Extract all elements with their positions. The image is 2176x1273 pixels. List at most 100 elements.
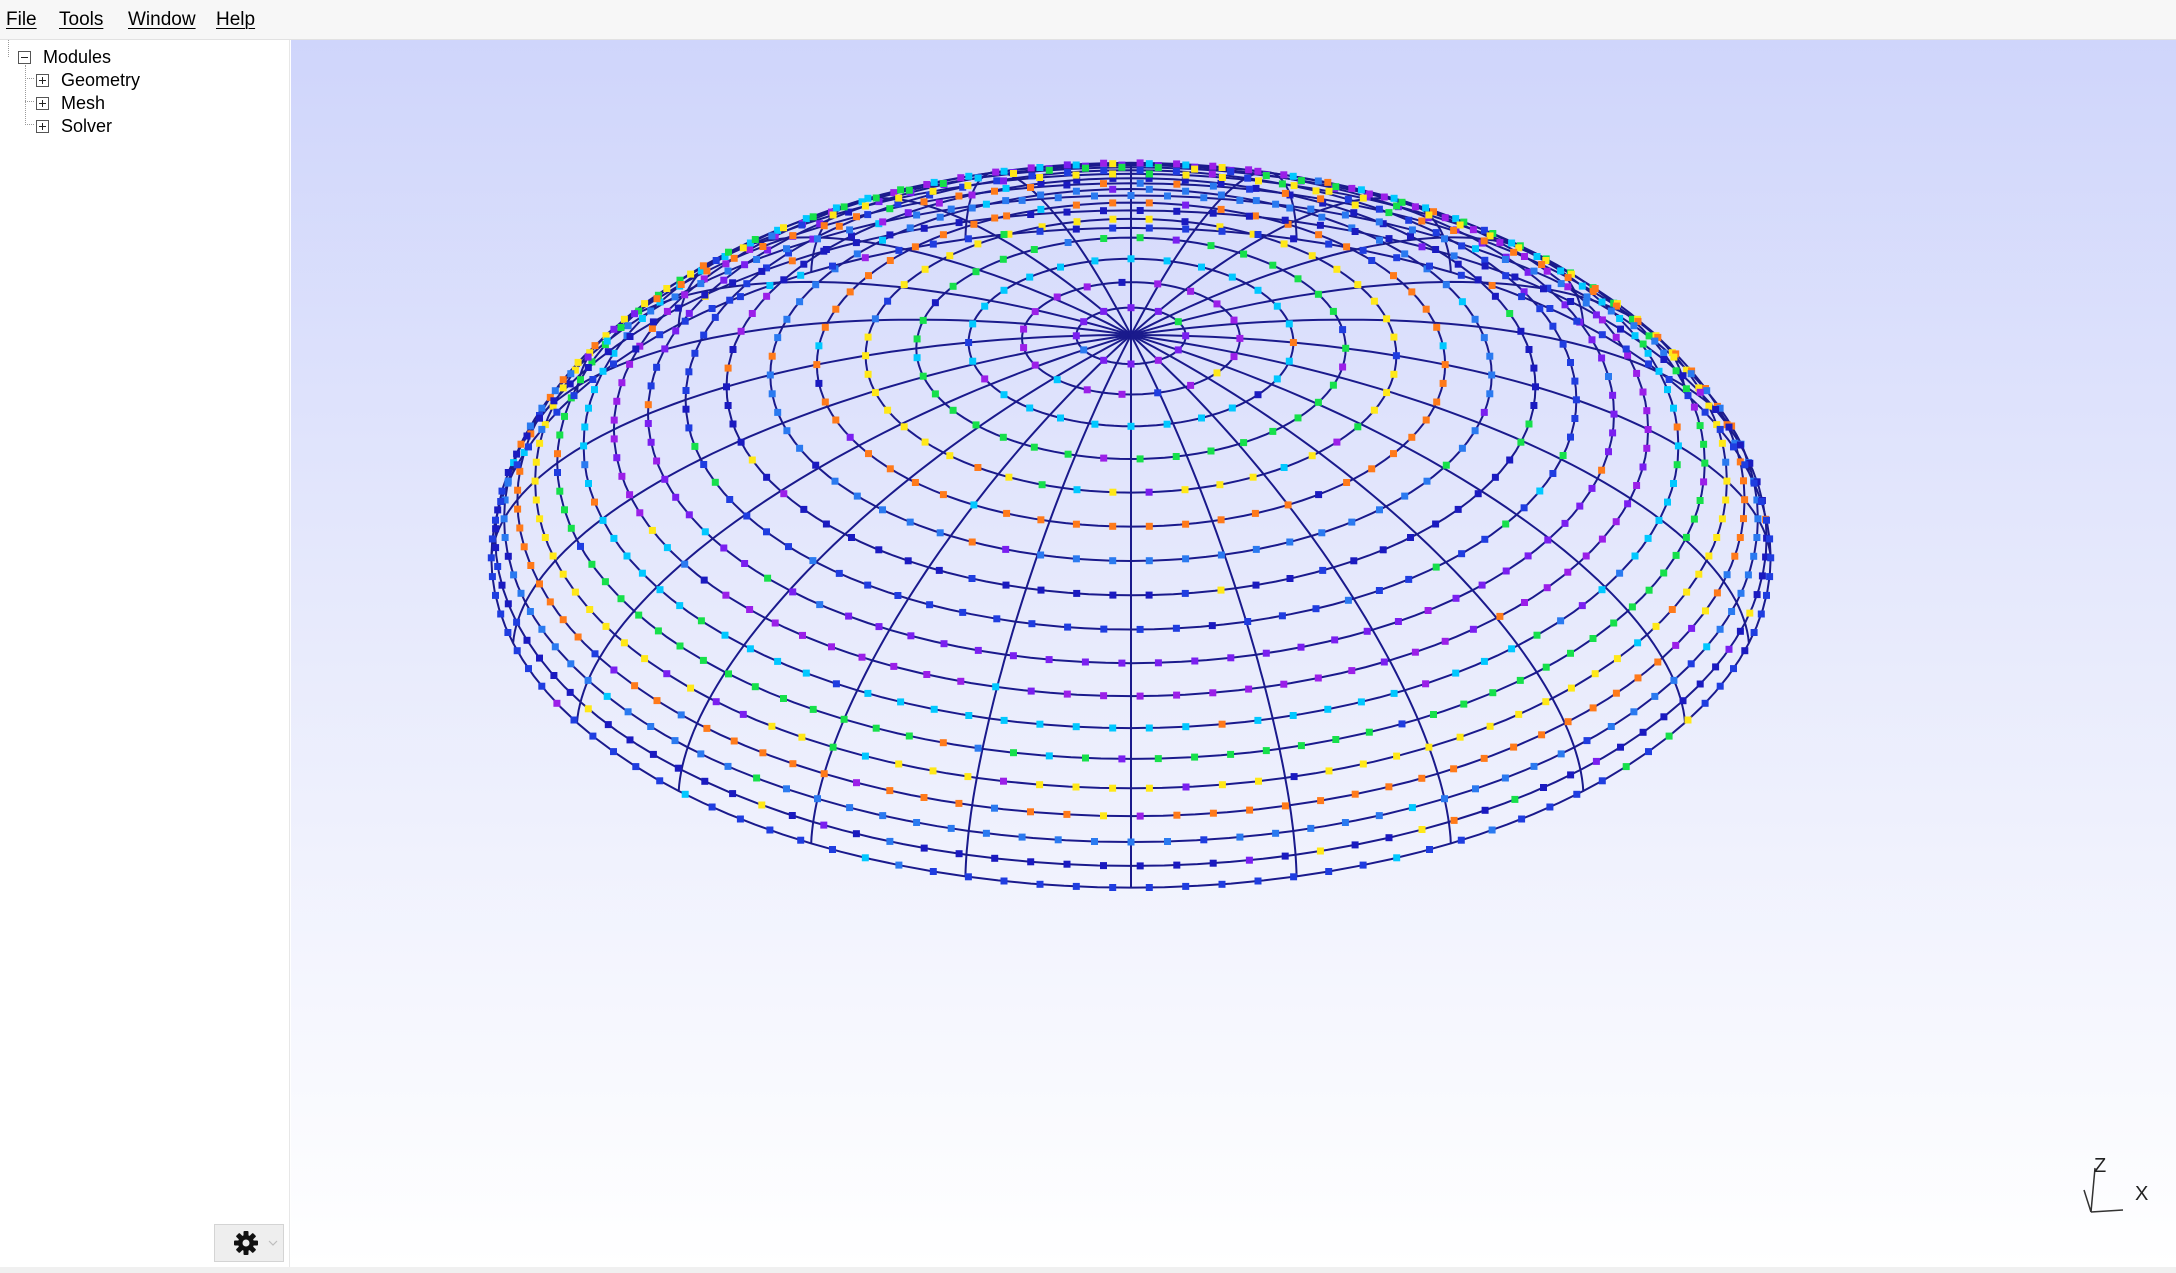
mesh-node [737, 438, 745, 446]
mesh-node [1343, 243, 1351, 251]
mesh-node [1564, 568, 1572, 576]
mesh-node [835, 569, 843, 577]
mesh-node [618, 379, 626, 387]
mesh-node [644, 401, 652, 409]
mesh-node [1173, 180, 1181, 188]
mesh-node [1430, 711, 1437, 718]
mesh-node [1408, 226, 1416, 234]
mesh-node [1154, 389, 1162, 397]
mesh-node [602, 622, 610, 630]
mesh-node [1209, 182, 1217, 190]
mesh-node [1559, 340, 1567, 348]
mesh-node [1045, 752, 1053, 760]
mesh-node [599, 516, 607, 524]
mesh-node [974, 744, 982, 752]
mesh-node [920, 844, 928, 852]
mesh-node [1315, 231, 1323, 239]
tree-item-solver[interactable]: Solver [36, 115, 112, 137]
mesh-node [1262, 747, 1270, 755]
mesh-node [1027, 211, 1035, 218]
expand-icon[interactable] [36, 119, 49, 133]
mesh-node [1633, 482, 1641, 489]
menu-window[interactable]: Window [128, 9, 196, 31]
mesh-node [1582, 299, 1590, 307]
tree-item-geometry[interactable]: Geometry [36, 69, 140, 91]
mesh-node [929, 868, 937, 875]
mesh-node [1655, 516, 1663, 524]
mesh-node [1127, 838, 1135, 846]
mesh-node [1281, 852, 1289, 860]
menu-tools[interactable]: Tools [59, 9, 103, 31]
mesh-node [1612, 689, 1620, 697]
mesh-node [853, 213, 860, 221]
mesh-node [1634, 639, 1642, 647]
mesh-node [1286, 538, 1294, 546]
mesh-node [1511, 273, 1519, 281]
mesh-node [1072, 882, 1080, 890]
mesh-node [832, 204, 840, 212]
mesh-node [677, 711, 685, 719]
mesh-node [661, 475, 669, 483]
mesh-node [763, 528, 770, 536]
mesh-node [1516, 676, 1524, 684]
mesh-node [1213, 300, 1221, 308]
menu-file[interactable]: File [6, 9, 37, 31]
mesh-node [1109, 724, 1117, 732]
mesh-node [1297, 643, 1305, 651]
mesh-node [674, 764, 682, 772]
expand-icon[interactable] [36, 96, 49, 110]
mesh-node [663, 544, 671, 552]
mesh-node [1280, 680, 1288, 688]
mesh-node [768, 722, 776, 730]
mesh-node [1564, 274, 1572, 282]
mesh-node [701, 291, 709, 299]
mesh-node [1628, 603, 1636, 611]
mesh-node [1533, 631, 1541, 639]
mesh-node [1442, 281, 1450, 289]
mesh-node [1530, 402, 1538, 409]
mesh-node [972, 421, 980, 429]
mesh-node [1469, 226, 1477, 234]
mesh-node [895, 861, 903, 869]
mesh-node [1252, 184, 1260, 192]
mesh-node [1057, 414, 1064, 422]
tree-item-mesh[interactable]: Mesh [36, 92, 105, 114]
mesh-node [1486, 390, 1494, 398]
mesh-node [970, 501, 978, 509]
mesh-node [1392, 352, 1400, 360]
mesh-node [1181, 486, 1189, 494]
mesh-node [900, 423, 908, 431]
mesh-node [1718, 515, 1726, 523]
tree-item-modules[interactable]: Modules [18, 46, 111, 68]
mesh-node [1700, 478, 1708, 486]
3d-viewport[interactable]: Z X [291, 40, 2176, 1267]
mesh-node [1496, 239, 1504, 247]
mesh-node [729, 346, 737, 353]
mesh-node [991, 187, 998, 195]
mesh-node [991, 214, 999, 222]
mesh-node [955, 850, 963, 858]
mesh-node [1469, 625, 1477, 633]
mesh-node [1713, 589, 1721, 597]
mesh-node [1252, 581, 1260, 589]
mesh-node [1643, 407, 1651, 415]
collapse-icon[interactable] [18, 50, 31, 64]
settings-button[interactable] [214, 1224, 284, 1262]
expand-icon[interactable] [36, 73, 49, 87]
mesh-node [581, 423, 589, 431]
mesh-node [647, 438, 655, 446]
mesh-node [599, 367, 607, 375]
mesh-node [653, 457, 661, 465]
mesh-node [1118, 390, 1126, 398]
mesh-node [1333, 438, 1341, 446]
mesh-node [1100, 207, 1107, 215]
mesh-node [1725, 423, 1733, 431]
mesh-node [1766, 573, 1774, 581]
mesh-node [1045, 166, 1053, 174]
menu-help[interactable]: Help [216, 9, 255, 31]
mesh-node [725, 670, 732, 678]
mesh-node [1488, 282, 1496, 289]
mesh-node [1613, 655, 1621, 663]
mesh-node [1342, 344, 1350, 352]
mesh-node [858, 653, 866, 661]
